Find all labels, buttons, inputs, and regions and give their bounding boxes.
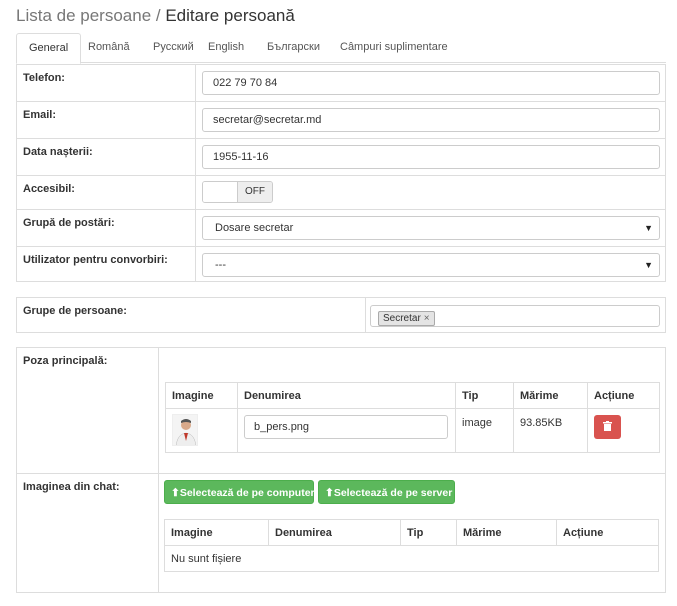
breadcrumb-separator: / — [151, 6, 166, 25]
col-name: Denumirea — [237, 382, 456, 409]
tag-secretar: Secretar × — [378, 311, 435, 326]
main-photo-table: Imagine Denumirea Tip Mărime Acțiune b_p… — [165, 382, 660, 453]
table-row: b_pers.png image 93.85KB — [165, 408, 660, 453]
post-group-label: Grupă de postări: — [23, 217, 115, 229]
delete-photo-button[interactable] — [594, 415, 621, 439]
tab-extra-fields[interactable]: Câmpuri suplimentare — [328, 33, 460, 63]
page-heading: Editare persoană — [165, 6, 295, 25]
chevron-down-icon: ▼ — [644, 223, 653, 233]
upload-icon: ⬆ — [325, 487, 334, 499]
col-name: Denumirea — [268, 519, 401, 546]
chat-image-table: Imagine Denumirea Tip Mărime Acțiune Nu … — [164, 519, 659, 572]
groups-multiselect[interactable]: Secretar × — [370, 305, 660, 327]
email-input[interactable]: secretar@secretar.md — [202, 108, 660, 132]
person-photo-thumbnail[interactable] — [172, 414, 198, 446]
chat-user-value: --- — [215, 259, 226, 271]
breadcrumb-list[interactable]: Lista de persoane — [16, 6, 151, 25]
accessible-label: Accesibil: — [23, 183, 75, 195]
phone-input[interactable]: 022 79 70 84 — [202, 71, 660, 95]
birth-label: Data nașterii: — [23, 146, 93, 158]
photo-size: 93.85KB — [513, 408, 588, 453]
chevron-down-icon: ▼ — [644, 260, 653, 270]
main-photo-row: Poza principală: Imagine Denumirea Tip M… — [17, 348, 665, 474]
accessible-toggle[interactable]: OFF — [202, 181, 273, 203]
groups-panel: Grupe de persoane: Secretar × — [16, 297, 666, 333]
select-from-computer-button[interactable]: ⬆Selectează de pe computer — [164, 480, 315, 504]
tab-romana[interactable]: Română — [76, 33, 142, 63]
main-photo-label: Poza principală: — [23, 355, 108, 367]
tab-english[interactable]: English — [196, 33, 256, 63]
post-group-row: Grupă de postări: Dosare secretar ▼ — [17, 210, 665, 247]
email-label: Email: — [23, 109, 57, 121]
chat-user-row: Utilizator pentru convorbiri: --- ▼ — [17, 247, 665, 283]
col-size: Mărime — [456, 519, 557, 546]
photo-name-input[interactable]: b_pers.png — [244, 415, 448, 439]
trash-icon — [603, 421, 612, 431]
remove-tag-icon[interactable]: × — [424, 313, 430, 324]
birth-date-input[interactable]: 1955-11-16 — [202, 145, 660, 169]
col-type: Tip — [455, 382, 514, 409]
chat-user-label: Utilizator pentru convorbiri: — [23, 254, 168, 266]
general-form: Telefon: 022 79 70 84 Email: secretar@se… — [16, 64, 666, 282]
tag-label: Secretar — [383, 313, 421, 324]
phone-row: Telefon: 022 79 70 84 — [17, 65, 665, 102]
col-size: Mărime — [513, 382, 588, 409]
table-row: Nu sunt fișiere — [164, 545, 659, 572]
language-tabs: General Română Русский English Български… — [16, 33, 666, 64]
col-image: Imagine — [164, 519, 269, 546]
col-image: Imagine — [165, 382, 238, 409]
page-title: Lista de persoane / Editare persoană — [16, 6, 295, 26]
photo-type: image — [455, 408, 514, 453]
col-type: Tip — [400, 519, 457, 546]
post-group-select[interactable]: Dosare secretar ▼ — [202, 216, 660, 240]
tab-general[interactable]: General — [16, 33, 82, 64]
chat-image-label: Imaginea din chat: — [23, 481, 120, 493]
email-row: Email: secretar@secretar.md — [17, 102, 665, 139]
upload-icon: ⬆ — [171, 487, 180, 499]
select-from-server-button[interactable]: ⬆Selectează de pe server — [318, 480, 455, 504]
col-action: Acțiune — [587, 382, 660, 409]
groups-label: Grupe de persoane: — [23, 305, 127, 317]
toggle-knob — [203, 182, 238, 202]
birth-row: Data nașterii: 1955-11-16 — [17, 139, 665, 176]
accessible-row: Accesibil: OFF — [17, 176, 665, 210]
toggle-state: OFF — [238, 182, 272, 202]
chat-user-select[interactable]: --- ▼ — [202, 253, 660, 277]
col-action: Acțiune — [556, 519, 659, 546]
tab-bulgarian[interactable]: Български — [255, 33, 332, 63]
post-group-value: Dosare secretar — [215, 222, 294, 234]
empty-message: Nu sunt fișiere — [164, 545, 659, 572]
phone-label: Telefon: — [23, 72, 65, 84]
